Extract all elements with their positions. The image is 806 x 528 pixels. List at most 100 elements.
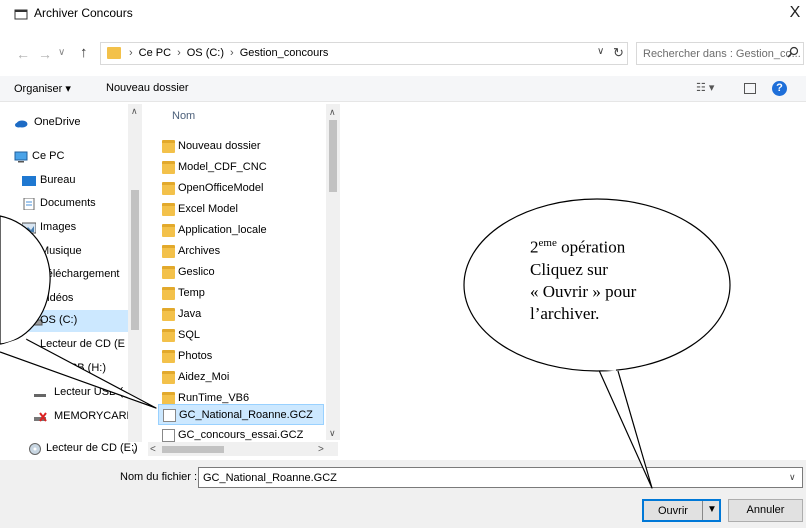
nav-item-label: Lecteur de CD (E:) (46, 442, 138, 454)
organiser-button[interactable]: Organiser ▾ (14, 82, 71, 95)
folder-icon (162, 266, 175, 279)
folder-icon (107, 47, 121, 59)
scroll-left-icon[interactable]: < (150, 444, 156, 455)
nav-item-label: Documents (40, 197, 96, 209)
list-item[interactable]: Excel Model (158, 199, 324, 220)
chevron-down-icon[interactable]: ∨ (789, 472, 796, 483)
folder-icon (162, 308, 175, 321)
file-name: Geslico (178, 266, 215, 278)
nav-item-usb-h[interactable]: USB (H:) (0, 358, 142, 380)
nav-item-ce-pc[interactable]: Ce PC (0, 146, 142, 168)
nav-item-label: Ce PC (32, 150, 65, 162)
file-name: Java (178, 308, 202, 320)
refresh-icon[interactable]: ↻ (613, 45, 624, 61)
nav-item-bureau[interactable]: Bureau (0, 170, 142, 192)
folder-icon (162, 287, 175, 300)
computer-icon (14, 151, 28, 163)
usb-drive-icon (34, 387, 48, 399)
callout-line-1: 2eme opération (530, 232, 680, 259)
nav-scroll-thumb[interactable] (131, 190, 139, 330)
preview-pane-icon[interactable] (744, 83, 756, 94)
list-item[interactable]: Java (158, 304, 324, 325)
cancel-button[interactable]: Annuler (728, 499, 803, 522)
breadcrumb-item-ce-pc[interactable]: Ce PC (139, 47, 171, 59)
horizontal-scroll-thumb[interactable] (162, 446, 224, 453)
file-name: RunTime_VB6 (178, 392, 250, 404)
open-dropdown-icon[interactable]: ▼ (707, 504, 717, 515)
nav-item-images[interactable]: Images (0, 217, 142, 239)
scroll-down-icon[interactable]: ∨ (329, 428, 336, 439)
nav-item-memorycard[interactable]: MEMORYCARD (0, 406, 142, 428)
address-bar[interactable]: › Ce PC › OS (C:) › Gestion_concours ∨ ↻ (100, 42, 628, 65)
search-icon[interactable] (787, 46, 799, 61)
list-item[interactable]: Photos (158, 346, 324, 367)
scroll-up-icon[interactable]: ∧ (329, 107, 336, 118)
column-header-name[interactable]: Nom (172, 110, 195, 122)
navigation-pane: OneDrive Ce PC Bureau Documents Images M… (0, 104, 142, 460)
breadcrumb: › Ce PC › OS (C:) › Gestion_concours (129, 47, 328, 59)
nav-item-label: Vidéos (40, 292, 74, 304)
view-options-icon[interactable]: ☷ ▾ (696, 81, 714, 94)
list-item[interactable]: Temp (158, 283, 324, 304)
help-icon[interactable]: ? (772, 81, 787, 96)
address-dropdown-icon[interactable]: ∨ (597, 46, 604, 57)
callout-step-word: opération (556, 237, 626, 257)
list-item[interactable]: Aidez_Moi (158, 367, 324, 388)
callout-line-4: l’archiver. (530, 303, 600, 323)
window-title: Archiver Concours (34, 6, 133, 20)
nav-item-lecteur-usb[interactable]: Lecteur USB ( (0, 382, 142, 404)
file-name: GC_National_Roanne.GCZ (179, 409, 313, 421)
breadcrumb-item-os-c[interactable]: OS (C:) (187, 47, 224, 59)
file-name: Archives (178, 245, 221, 257)
nav-item-lecteur-cd-e[interactable]: Lecteur de CD (E:) (0, 438, 142, 460)
back-arrow-icon[interactable]: ← (16, 46, 30, 62)
list-item[interactable]: Geslico (158, 262, 324, 283)
file-icon (162, 429, 175, 442)
forward-arrow-icon[interactable]: → (38, 46, 52, 62)
search-input[interactable]: Rechercher dans : Gestion_co... (636, 42, 804, 65)
history-chevron-icon[interactable]: ∨ (58, 47, 65, 58)
list-item-selected[interactable]: GC_National_Roanne.GCZ (158, 404, 324, 425)
up-arrow-icon[interactable]: ↑ (80, 44, 88, 61)
list-item[interactable]: Application_locale (158, 220, 324, 241)
nav-item-musique[interactable]: Musique (0, 241, 142, 263)
nav-item-label: Bureau (40, 174, 76, 186)
cloud-icon (14, 117, 28, 129)
filename-field[interactable]: GC_National_Roanne.GCZ ∨ (198, 467, 803, 488)
open-button[interactable]: Ouvrir ▼ (642, 499, 721, 522)
file-name: SQL (178, 329, 201, 341)
app-icon (14, 8, 28, 20)
folder-icon (162, 203, 175, 216)
nav-item-os-c[interactable]: OS (C:) (0, 310, 128, 332)
list-item[interactable]: Nouveau dossier (158, 136, 324, 157)
list-item[interactable]: Archives (158, 241, 324, 262)
scroll-down-icon[interactable]: ∨ (131, 446, 138, 457)
list-item[interactable]: Model_CDF_CNC (158, 157, 324, 178)
title-bar: Archiver Concours X (0, 0, 806, 28)
file-name: Photos (178, 350, 213, 362)
nav-item-label: USB (H:) (62, 362, 106, 374)
nav-item-lecteur-cd[interactable]: Lecteur de CD (E (0, 334, 142, 356)
callout-line-2: Cliquez sur (530, 259, 608, 279)
scroll-right-icon[interactable]: > (318, 444, 324, 455)
list-item[interactable]: OpenOfficeModel (158, 178, 324, 199)
nav-item-onedrive[interactable]: OneDrive (0, 112, 142, 134)
scroll-up-icon[interactable]: ∧ (131, 106, 138, 117)
nav-item-telechargement[interactable]: Téléchargement (0, 264, 142, 286)
desktop-icon (22, 175, 36, 187)
documents-icon (22, 197, 36, 211)
nav-item-videos[interactable]: Vidéos (0, 288, 142, 310)
folder-icon (162, 224, 175, 237)
breadcrumb-separator: › (177, 47, 181, 59)
callout-step-number: 2 (530, 237, 539, 257)
new-folder-button[interactable]: Nouveau dossier (106, 82, 189, 94)
memory-card-icon (34, 411, 48, 423)
callout-step-suffix: eme (538, 237, 557, 249)
file-name: Excel Model (178, 203, 238, 215)
close-icon[interactable]: X (786, 2, 804, 24)
breadcrumb-item-gestion-concours[interactable]: Gestion_concours (240, 47, 329, 59)
list-item[interactable]: SQL (158, 325, 324, 346)
file-list-scroll-thumb[interactable] (329, 120, 337, 192)
open-button-label: Ouvrir (658, 505, 688, 517)
nav-item-documents[interactable]: Documents (0, 193, 142, 215)
